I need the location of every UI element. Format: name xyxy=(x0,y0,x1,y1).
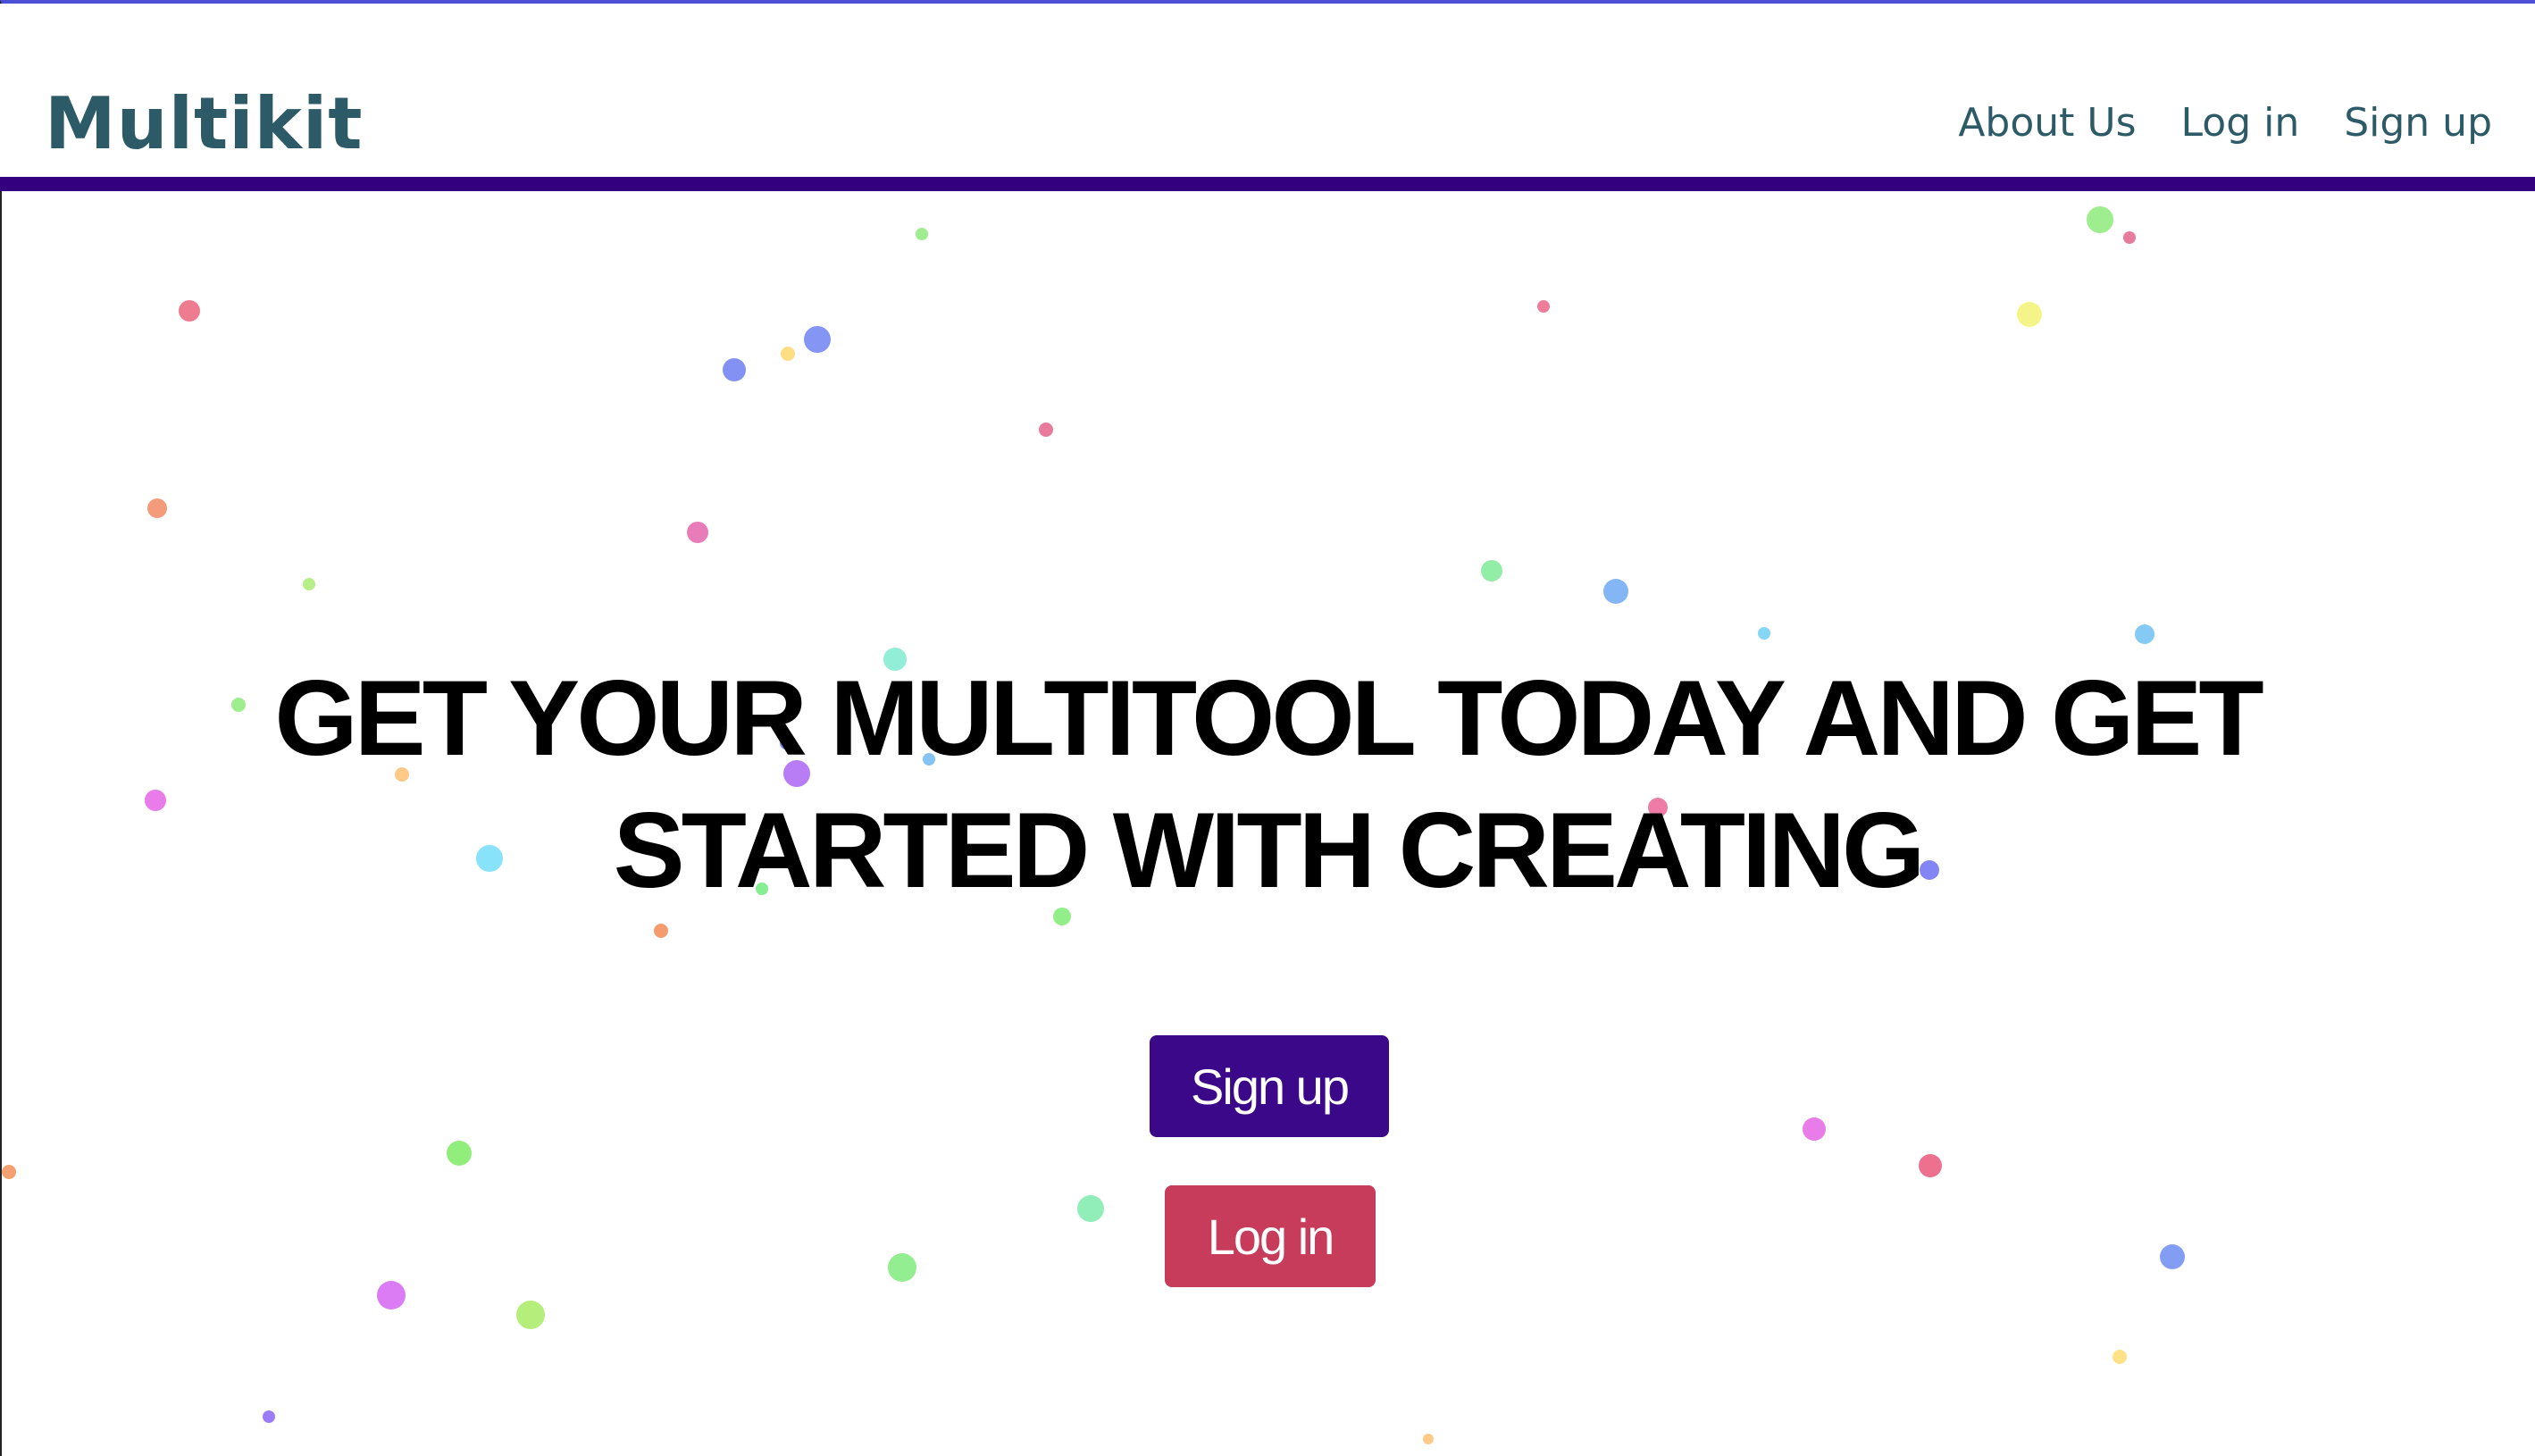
hero-title-line-1: GET YOUR MULTITOOL TODAY AND GET xyxy=(274,658,2263,778)
hero-login-button[interactable]: Log in xyxy=(1165,1185,1376,1287)
top-navbar: Multikit About Us Log in Sign up xyxy=(0,4,2535,191)
hero-signup-button[interactable]: Sign up xyxy=(1150,1035,1389,1137)
hero-section: GET YOUR MULTITOOL TODAY AND GET STARTED… xyxy=(0,652,2535,916)
nav-login-link[interactable]: Log in xyxy=(2181,100,2300,146)
nav-about-us-link[interactable]: About Us xyxy=(1958,100,2136,146)
hero-title-line-2: STARTED WITH CREATING xyxy=(613,791,1926,910)
nav-links: About Us Log in Sign up xyxy=(1958,100,2492,146)
nav-signup-link[interactable]: Sign up xyxy=(2344,100,2492,146)
hero-title: GET YOUR MULTITOOL TODAY AND GET STARTED… xyxy=(0,652,2535,916)
site-logo[interactable]: Multikit xyxy=(45,82,364,165)
